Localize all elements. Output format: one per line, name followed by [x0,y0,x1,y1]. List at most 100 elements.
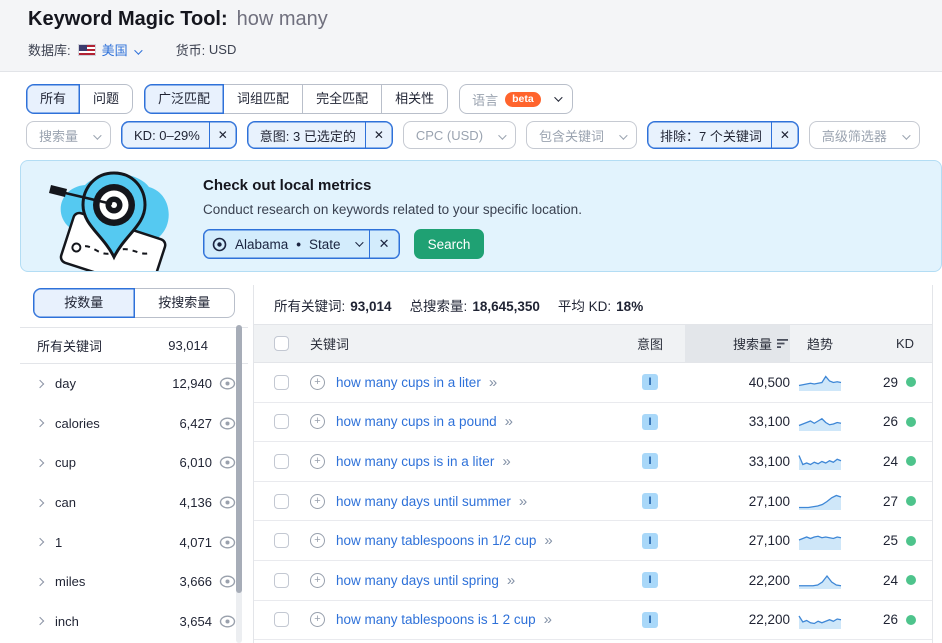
chevron-right-icon [36,380,44,388]
row-checkbox[interactable] [274,533,289,548]
sort-by-number-tab[interactable]: 按数量 [33,288,135,318]
add-to-list-icon[interactable]: + [310,454,325,469]
add-to-list-icon[interactable]: + [310,573,325,588]
close-icon[interactable]: ✕ [369,230,399,258]
row-checkbox[interactable] [274,414,289,429]
tab-all[interactable]: 所有 [26,84,80,114]
keywords-table-panel: 所有关键词:93,014 总搜索量:18,645,350 平均 KD:18% 关… [253,285,933,643]
intent-badge: I [642,374,658,390]
keyword-link[interactable]: how many days until spring [336,573,499,588]
double-chevron-icon[interactable]: » [505,413,513,430]
sidebar-sort-toggle: 按数量 按搜索量 [33,288,235,318]
database-selector[interactable]: 美国 [102,40,140,59]
tab-questions[interactable]: 问题 [79,84,133,114]
row-checkbox[interactable] [274,494,289,509]
sort-descending-icon [777,338,790,349]
keyword-link[interactable]: how many tablespoons in 1/2 cup [336,533,536,548]
close-icon[interactable]: ✕ [209,122,236,148]
add-to-list-icon[interactable]: + [310,612,325,627]
double-chevron-icon[interactable]: » [544,532,552,549]
tab-group-scope: 所有 问题 [26,84,133,114]
language-dropdown[interactable]: 语言 beta [459,84,573,114]
sidebar-keyword-item[interactable]: inch 3,654 [20,602,248,642]
group-keyword-count: 4,136 [160,495,212,510]
keyword-link[interactable]: how many days until summer [336,494,511,509]
trend-sparkline [798,570,842,590]
kd-value: 25 [883,533,898,548]
sidebar-keyword-item[interactable]: can 4,136 [20,483,248,523]
location-selector[interactable]: Alabama • State ✕ [203,229,400,259]
add-to-list-icon[interactable]: + [310,414,325,429]
sidebar-scrollbar[interactable] [236,325,242,643]
table-header-row: 关键词 意图 搜索量 趋势 KD [254,325,932,363]
group-keyword-label: can [55,495,160,510]
column-header-keyword[interactable]: 关键词 [310,325,615,362]
close-icon[interactable]: ✕ [771,122,798,148]
keyword-table-row: + how many tablespoons is 1 2 cup » I 22… [254,601,932,641]
row-checkbox[interactable] [274,375,289,390]
filter-volume[interactable]: 搜索量 [26,121,111,149]
sidebar-keyword-item[interactable]: 1 4,071 [20,522,248,562]
filter-exclude-keywords[interactable]: 排除：7 个关键词 ✕ [647,121,799,149]
close-icon[interactable]: ✕ [365,122,392,148]
add-to-list-icon[interactable]: + [310,533,325,548]
keyword-table-row: + how many tablespoons in 1/2 cup » I 27… [254,521,932,561]
tab-group-match: 广泛匹配 词组匹配 完全匹配 相关性 [144,84,448,114]
add-to-list-icon[interactable]: + [310,375,325,390]
double-chevron-icon[interactable]: » [502,453,510,470]
tab-broad-match[interactable]: 广泛匹配 [144,84,224,114]
chevron-right-icon [36,459,44,467]
sidebar-keyword-item[interactable]: miles 3,666 [20,562,248,602]
row-checkbox[interactable] [274,573,289,588]
group-keyword-label: inch [55,614,160,629]
keyword-link[interactable]: how many cups is in a liter [336,454,494,469]
database-label: 数据库: [28,40,71,59]
double-chevron-icon[interactable]: » [489,374,497,391]
kd-value: 24 [883,573,898,588]
scrollbar-thumb[interactable] [236,325,242,593]
search-button[interactable]: Search [414,229,485,259]
filter-advanced[interactable]: 高级筛选器 [809,121,920,149]
column-header-kd[interactable]: KD [850,325,916,362]
filter-kd[interactable]: KD: 0–29% ✕ [121,121,237,149]
group-keyword-count: 12,940 [160,376,212,391]
kd-status-dot [906,417,916,427]
select-all-checkbox[interactable] [274,336,289,351]
group-keyword-count: 3,666 [160,574,212,589]
search-volume-value: 27,100 [749,533,790,548]
row-checkbox[interactable] [274,454,289,469]
keyword-link[interactable]: how many tablespoons is 1 2 cup [336,612,536,627]
column-header-trend[interactable]: 趋势 [790,325,850,362]
column-header-volume-sorted[interactable]: 搜索量 [685,325,790,362]
sidebar-keyword-item[interactable]: calories 6,427 [20,404,248,444]
filter-include-keywords[interactable]: 包含关键词 [526,121,637,149]
tab-related[interactable]: 相关性 [381,84,448,114]
trend-sparkline [798,451,842,471]
row-checkbox[interactable] [274,612,289,627]
column-header-intent[interactable]: 意图 [615,325,685,362]
keyword-link[interactable]: how many cups in a pound [336,414,497,429]
beta-badge: beta [505,92,541,107]
group-keyword-count: 6,010 [160,455,212,470]
search-volume-value: 33,100 [749,454,790,469]
header-meta: 数据库: 美国 货币: USD [28,40,236,59]
double-chevron-icon[interactable]: » [507,572,515,589]
keyword-link[interactable]: how many cups in a liter [336,375,481,390]
add-to-list-icon[interactable]: + [310,494,325,509]
kd-value: 24 [883,454,898,469]
tab-phrase-match[interactable]: 词组匹配 [223,84,303,114]
tab-exact-match[interactable]: 完全匹配 [302,84,382,114]
sidebar-keyword-item[interactable]: day 12,940 [20,364,248,404]
double-chevron-icon[interactable]: » [519,493,527,510]
keyword-table-row: + how many days until spring » I 22,200 … [254,561,932,601]
all-keywords-row[interactable]: 所有关键词 93,014 [20,328,248,364]
keyword-table-row: + how many days until summer » I 27,100 … [254,482,932,522]
double-chevron-icon[interactable]: » [544,611,552,628]
sidebar-keyword-item[interactable]: cup 6,010 [20,443,248,483]
trend-sparkline [798,610,842,630]
sort-by-volume-tab[interactable]: 按搜索量 [134,288,236,318]
location-pin-icon [212,237,227,252]
filter-cpc[interactable]: CPC (USD) [403,121,516,149]
filter-intent[interactable]: 意图: 3 已选定的 ✕ [247,121,393,149]
trend-sparkline [798,412,842,432]
